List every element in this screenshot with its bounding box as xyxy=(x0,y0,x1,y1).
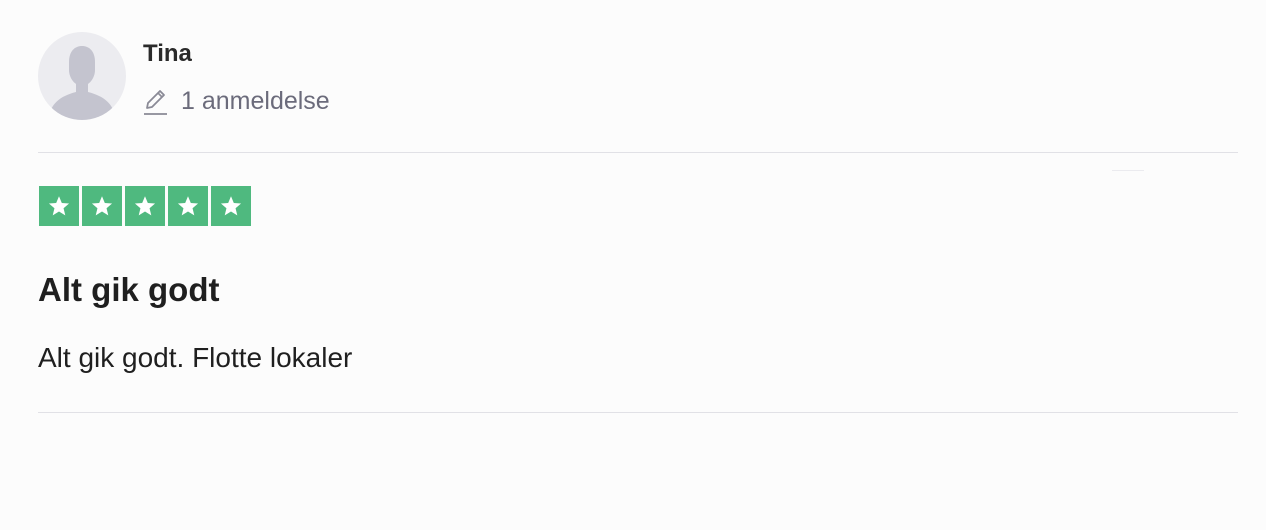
star-icon xyxy=(168,186,208,226)
default-user-avatar-icon xyxy=(48,46,116,120)
review-text: Alt gik godt. Flotte lokaler xyxy=(38,342,353,373)
pencil-icon xyxy=(143,86,169,116)
avatar[interactable] xyxy=(38,32,126,120)
review-count-label: 1 anmeldelse xyxy=(181,87,330,115)
divider xyxy=(38,412,1238,413)
star-icon xyxy=(211,186,251,226)
review-date-placeholder xyxy=(1112,170,1144,171)
review-count: 1 anmeldelse xyxy=(143,86,330,116)
consumer-info: Tina 1 anmeldelse xyxy=(38,32,330,120)
review-title[interactable]: Alt gik godt xyxy=(38,270,219,310)
star-icon xyxy=(82,186,122,226)
star-icon xyxy=(39,186,79,226)
star-rating xyxy=(39,186,251,226)
review-card: Tina 1 anmeldelse Alt gik godt Alt gik g… xyxy=(38,0,1238,530)
consumer-name[interactable]: Tina xyxy=(143,40,192,68)
star-icon xyxy=(125,186,165,226)
divider xyxy=(38,152,1238,153)
